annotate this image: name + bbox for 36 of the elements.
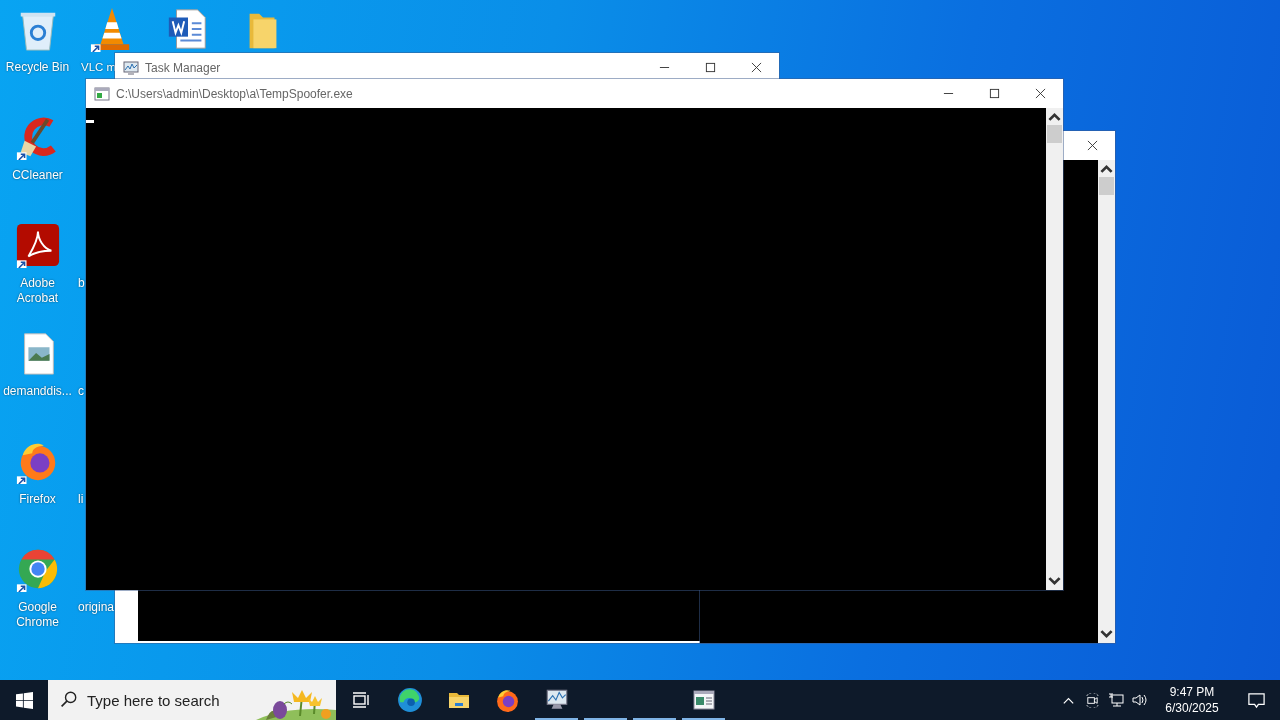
- window-title: C:\Users\admin\Desktop\a\TempSpoofer.exe: [116, 86, 353, 101]
- desktop-icon-label[interactable]: Firefox: [1, 492, 74, 507]
- desktop-icon-label[interactable]: Recycle Bin: [1, 60, 74, 75]
- desktop-icon-label[interactable]: li: [78, 492, 84, 507]
- desktop-icon-label[interactable]: Google Chrome: [1, 600, 74, 630]
- fox-globe-icon: [495, 687, 520, 713]
- scrollbar[interactable]: [1046, 108, 1063, 590]
- scroll-thumb[interactable]: [1099, 177, 1114, 195]
- volume-icon: [1132, 692, 1148, 708]
- console-icon: [94, 85, 110, 102]
- maximize-icon: [704, 62, 716, 73]
- network-icon: [1108, 692, 1124, 708]
- search-field[interactable]: Type here to search: [48, 680, 336, 720]
- task-view-icon: [350, 690, 371, 710]
- windows-logo-icon: [15, 691, 33, 709]
- clock-button[interactable]: 9:47 PM 6/30/2025: [1152, 680, 1232, 720]
- scrollbar[interactable]: [1098, 160, 1115, 643]
- desktop-icon-label[interactable]: VLC m: [81, 60, 117, 75]
- pdf-icon[interactable]: [14, 222, 61, 268]
- desktop-icon-label[interactable]: demanddis...: [1, 384, 74, 399]
- monitor-chart-icon: [123, 59, 139, 76]
- desktop-icon-label[interactable]: origina: [78, 600, 115, 615]
- speech-bubble-icon: [1246, 690, 1266, 710]
- window-title: Task Manager: [145, 60, 221, 75]
- console-icon: [691, 688, 716, 712]
- desktop-icon-label[interactable]: c: [78, 384, 84, 399]
- edge-wave-icon: [396, 687, 423, 713]
- desktop-icon-label[interactable]: b: [78, 276, 85, 291]
- close-icon: [1086, 140, 1098, 151]
- desktop-icon-label[interactable]: Adobe Acrobat: [1, 276, 74, 306]
- desktop-icon-label[interactable]: CCleaner: [1, 168, 74, 183]
- scroll-thumb[interactable]: [1047, 125, 1062, 143]
- close-icon: [750, 62, 762, 73]
- close-icon: [1034, 88, 1046, 99]
- camera-icon: [1084, 692, 1100, 708]
- maximize-icon: [988, 88, 1000, 99]
